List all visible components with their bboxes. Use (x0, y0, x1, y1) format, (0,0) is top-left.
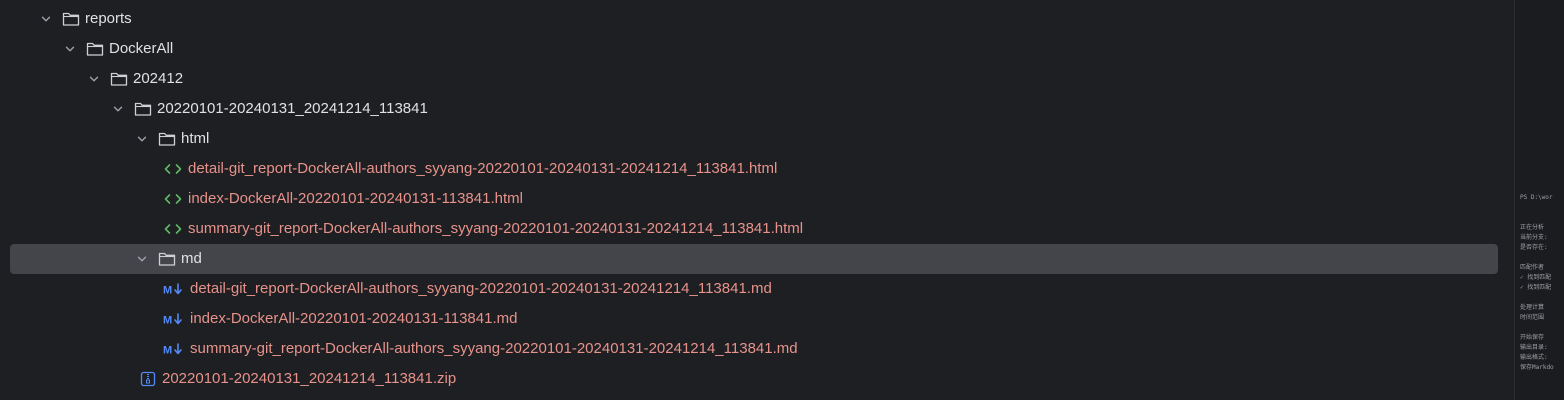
tree-folder-row[interactable]: 20220101-20240131_20241214_113841 (10, 94, 1498, 124)
tree-file-row[interactable]: summary-git_report-DockerAll-authors_syy… (10, 214, 1498, 244)
tree-file-row[interactable]: Msummary-git_report-DockerAll-authors_sy… (10, 334, 1498, 364)
tree-item-label: detail-git_report-DockerAll-authors_syya… (190, 280, 772, 297)
folder-icon (134, 100, 152, 118)
terminal-line: 保存Markdo (1520, 364, 1554, 371)
chevron-down-icon[interactable] (62, 41, 78, 57)
tree-item-label: html (181, 130, 210, 147)
html-file-icon (163, 220, 183, 238)
project-tree: reports DockerAll 202412 20220101-20240131_… (0, 4, 1510, 400)
chevron-down-icon[interactable] (38, 11, 54, 27)
tree-item-label: md (181, 250, 202, 267)
terminal-output: PS D:\wor 正在分析当前分支: 是否存在: 匹配作者 ✓ 找到匹配 ✓ 找到匹配处… (1520, 193, 1564, 373)
folder-icon (62, 10, 80, 28)
terminal-line: PS D:\wor (1520, 194, 1553, 201)
folder-icon (86, 40, 104, 58)
tree-file-row[interactable]: 20220101-20240131_20241214_113841.zip (10, 364, 1498, 394)
terminal-line: ✓ 找到匹配 (1520, 284, 1552, 291)
html-file-icon (163, 190, 183, 208)
chevron-down-icon[interactable] (110, 101, 126, 117)
terminal-line: ✓ 找到匹配 (1520, 274, 1552, 281)
chevron-down-icon[interactable] (86, 71, 102, 87)
tree-file-row[interactable]: Mindex-DockerAll-20220101-20240131-11384… (10, 304, 1498, 334)
tree-file-row[interactable]: Mdetail-git_report-DockerAll-authors_syy… (10, 274, 1498, 304)
tree-item-label: index-DockerAll-20220101-20240131-113841… (190, 310, 518, 327)
markdown-file-icon: M (163, 280, 185, 298)
tree-folder-row[interactable]: DockerAll (10, 34, 1498, 64)
tree-folder-row[interactable]: 202412 (10, 64, 1498, 94)
terminal-line: 输出格式: (1520, 354, 1548, 361)
archive-file-icon (139, 370, 157, 388)
terminal-line: 匹配作者 (1520, 264, 1545, 271)
tree-folder-row[interactable]: md (10, 244, 1498, 274)
tree-item-label: reports (85, 10, 132, 27)
tree-item-label: summary-git_report-DockerAll-authors_syy… (190, 340, 798, 357)
tree-item-label: 20220101-20240131_20241214_113841.zip (162, 370, 457, 387)
panel-divider[interactable] (1514, 0, 1515, 400)
terminal-line: 是否存在: (1520, 244, 1548, 251)
svg-text:M: M (163, 315, 172, 327)
tree-folder-row[interactable]: html (10, 124, 1498, 154)
markdown-file-icon: M (163, 340, 185, 358)
chevron-down-icon[interactable] (134, 251, 150, 267)
markdown-file-icon: M (163, 310, 185, 328)
terminal-panel[interactable]: PS D:\wor 正在分析当前分支: 是否存在: 匹配作者 ✓ 找到匹配 ✓ 找到匹配处… (1514, 0, 1564, 400)
terminal-line: 时间范围 (1520, 314, 1545, 321)
tree-file-row[interactable]: detail-git_report-DockerAll-authors_syya… (10, 154, 1498, 184)
folder-icon (158, 250, 176, 268)
terminal-line: 处理计算 (1520, 304, 1545, 311)
tree-item-label: detail-git_report-DockerAll-authors_syya… (188, 160, 778, 177)
terminal-line: 当前分支: (1520, 234, 1548, 241)
folder-icon (110, 70, 128, 88)
chevron-down-icon[interactable] (134, 131, 150, 147)
svg-text:M: M (163, 345, 172, 357)
folder-icon (158, 130, 176, 148)
terminal-line: 输出目录: (1520, 344, 1548, 351)
tree-file-row[interactable]: index-DockerAll-20220101-20240131-113841… (10, 184, 1498, 214)
tree-item-label: 20220101-20240131_20241214_113841 (157, 100, 428, 117)
svg-text:M: M (163, 285, 172, 297)
html-file-icon (163, 160, 183, 178)
terminal-line: 正在分析 (1520, 224, 1545, 231)
tree-item-label: index-DockerAll-20220101-20240131-113841… (188, 190, 523, 207)
tree-item-label: summary-git_report-DockerAll-authors_syy… (188, 220, 804, 237)
tree-folder-row[interactable]: reports (10, 4, 1498, 34)
tree-item-label: DockerAll (109, 40, 174, 57)
terminal-line: 开始保存 (1520, 334, 1545, 341)
tree-item-label: 202412 (133, 70, 184, 87)
